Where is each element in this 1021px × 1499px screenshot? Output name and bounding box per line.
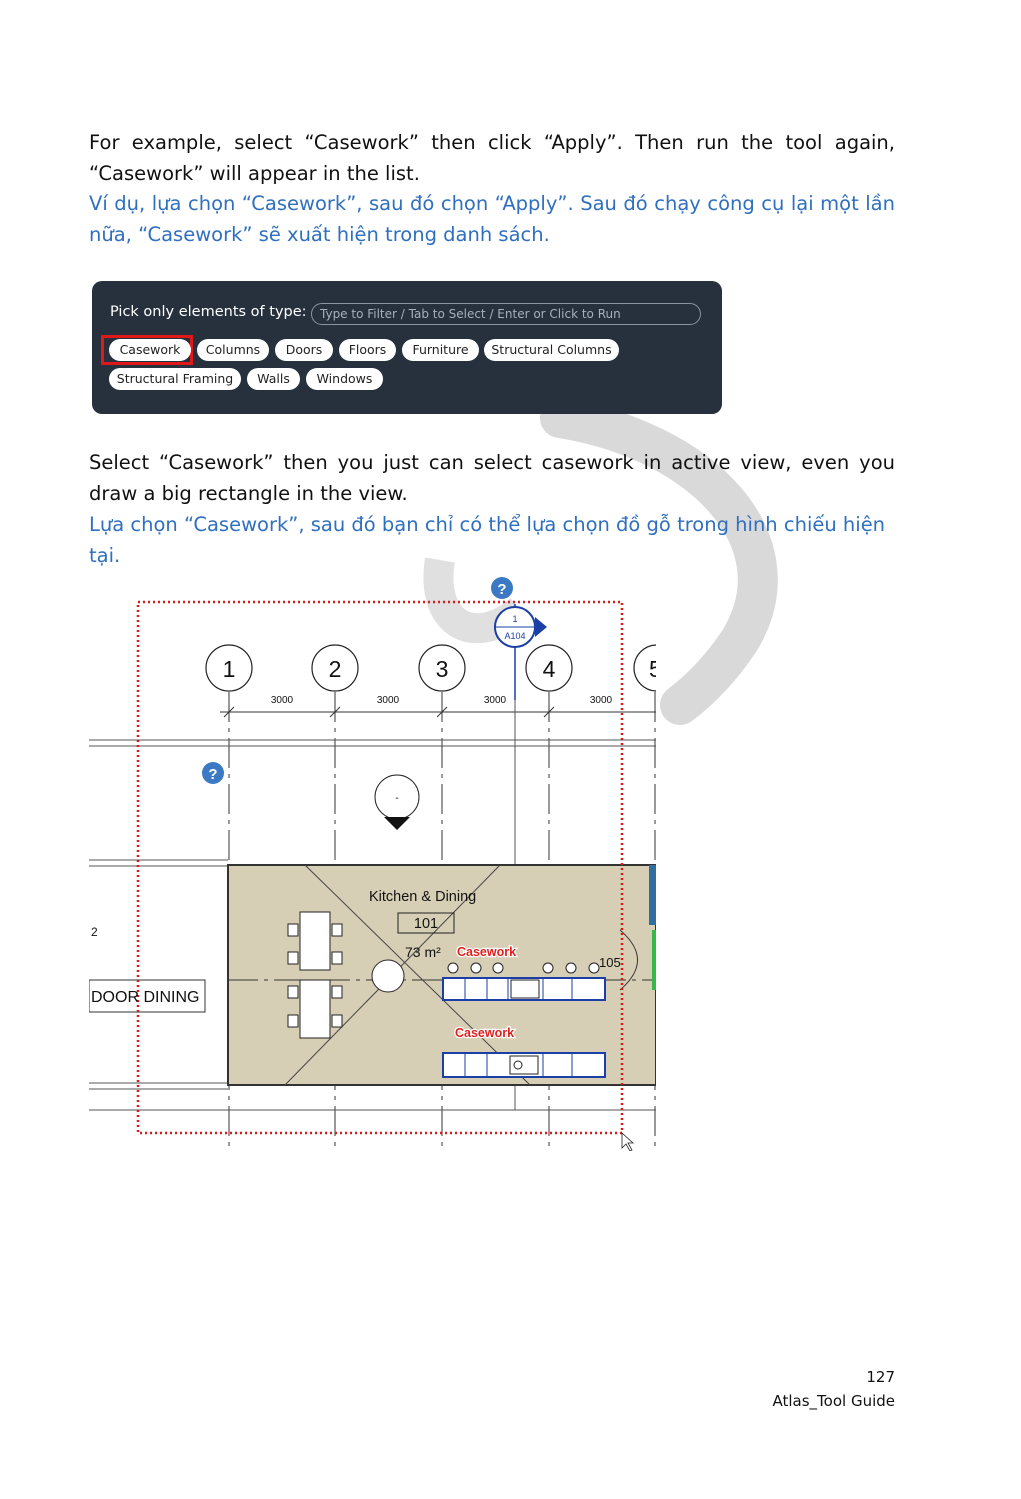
question-circle-icon[interactable]: ? (491, 577, 513, 599)
door-tag: 105 (599, 955, 621, 970)
grid-label-2: 2 (329, 656, 342, 682)
round-table (371, 959, 405, 993)
room-name: Kitchen & Dining (369, 889, 476, 905)
dimension-text: 3000 (484, 695, 507, 706)
casework-lower[interactable] (442, 1052, 606, 1078)
casework-label: Casework (455, 1026, 514, 1040)
grid-label-4: 4 (543, 656, 556, 682)
dimension-text: 3000 (271, 695, 294, 706)
left-tag: 2 (91, 925, 98, 939)
room-area: 73 m² (405, 944, 441, 960)
question-circle-icon[interactable]: ? (202, 762, 224, 784)
dimension-text: 3000 (590, 695, 613, 706)
mouse-cursor-icon (621, 1132, 635, 1151)
grid-label-5: 5 (649, 656, 662, 682)
dimension-text: 3000 (377, 695, 400, 706)
page-number: 127 (866, 1368, 895, 1386)
section-number: 1 (512, 614, 517, 624)
window-element (649, 865, 656, 925)
adjacent-room-name: DOOR DINING (91, 989, 199, 1006)
door-element (652, 930, 656, 990)
section-sheet: A104 (504, 631, 525, 641)
svg-text:?: ? (497, 581, 506, 598)
grid-label-1: 1 (223, 656, 236, 682)
room-number: 101 (414, 916, 438, 932)
elevation-marker-label: - (395, 793, 398, 804)
svg-text:?: ? (208, 766, 217, 783)
floor-plan-view[interactable]: ? ? 1 2 3 4 5 3000 3000 3000 3000 1 A104… (0, 0, 1021, 1499)
dimension-line (220, 706, 656, 718)
casework-upper[interactable] (442, 977, 606, 1001)
document-name: Atlas_Tool Guide (772, 1392, 895, 1410)
grid-label-3: 3 (436, 656, 449, 682)
casework-label: Casework (457, 945, 516, 959)
